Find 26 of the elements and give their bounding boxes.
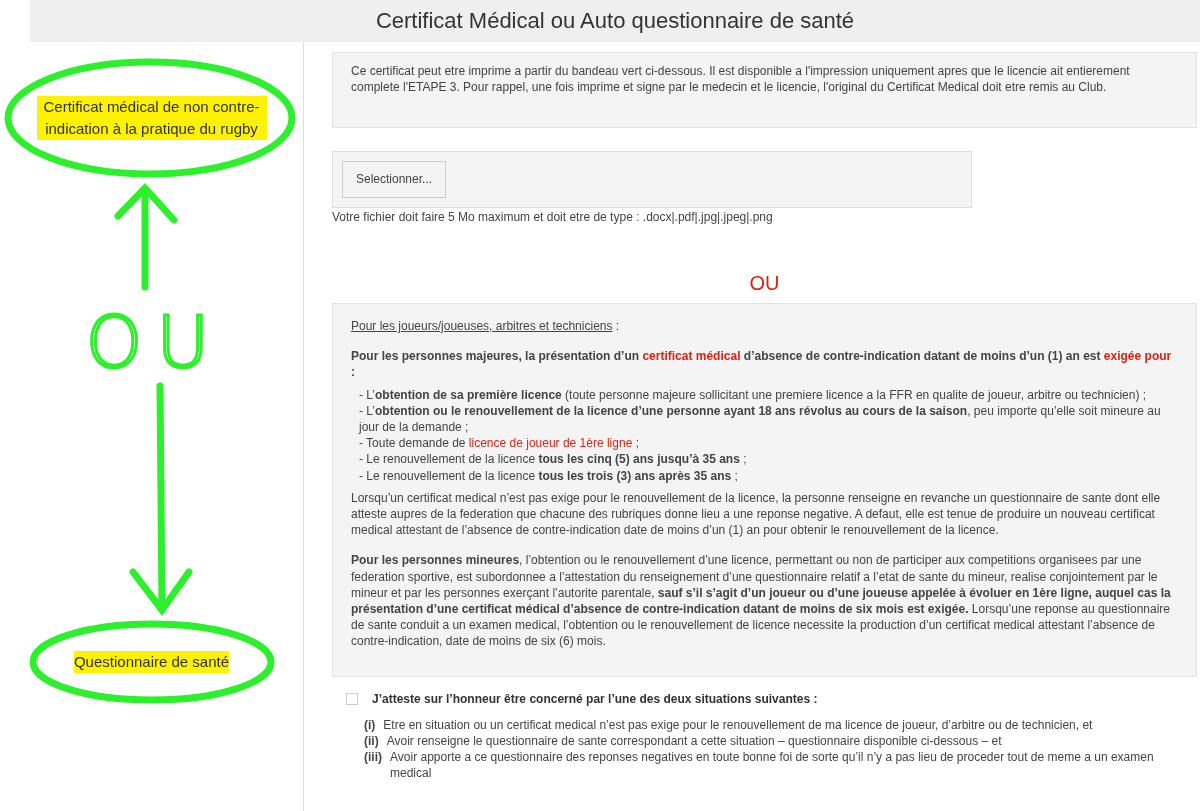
item-marker: (ii) bbox=[364, 733, 379, 750]
handwritten-note: OU bbox=[85, 302, 224, 382]
select-file-button[interactable]: Selectionner... bbox=[342, 161, 447, 198]
rule-item: - L’obtention ou le renouvellement de la licence d’une personne ayant 18 ans révolus au cours de la saison, peu importe qu’elle soit mineure au jour de la demande ; bbox=[359, 402, 1162, 436]
attest-label: J’atteste sur l’honneur être concerné par l’une des deux situations suivantes : bbox=[372, 690, 818, 707]
annotation-label: Certificat médical de non contre-indication à la pratique du rugby bbox=[36, 96, 267, 140]
attest-item: Avoir renseigne le questionnaire de sante correspondant a cette situation – questionnaire disponible ci-dessous – et bbox=[386, 733, 1002, 750]
rules-intro: Pour les personnes majeures, la présentation d’un certificat médical d’absence de contre-indication datant de moins d’un (1) an est exigée pour : bbox=[351, 348, 1173, 381]
heading-colon: : bbox=[614, 319, 620, 333]
rule-item: - Toute demande de licence de joueur de 1ère ligne ; bbox=[359, 435, 640, 452]
rules-paragraph: Lorsqu’un certificat medical n’est pas exige pour le renouvellement de la licence, la personne renseigne en revanche un questionnaire de sante dont elle atteste aupres de la federation que chacune des rubriques donne lieu a une reponse negative. A defaut, elle est tenue de produire un nouveau certificat medical attestant de l’absence de contre-indication date de moins d’un (1) an pour obtenir le renouvellement de la licence. bbox=[351, 489, 1162, 539]
attest-item: Avoir apporte a ce questionnaire des reponses negatives en toute bonne foi de sorte qu’il n’y a pas lieu de proceder tout de meme a un examen medical bbox=[390, 749, 1155, 782]
annotation-label: Questionnaire de santé bbox=[73, 651, 230, 673]
item-marker: (i) bbox=[364, 716, 376, 734]
attest-item: Etre en situation ou un certificat medical n’est pas exige pour le renouvellement de ma licence de joueur, d’arbitre ou de technicien, et bbox=[383, 716, 1093, 734]
attest-checkbox[interactable] bbox=[346, 692, 358, 705]
rules-paragraph: Pour les personnes mineures, l’obtention ou le renouvellement d’une licence, permettant ou non de participer aux competitions organisees par une federation sportive, est subordonnee a l’attestation du renseignement d’une questionnaire relatif a l’etat de sante du mineur, realise conjointement par le mineur et par les personnes exerçant l’autorite parentale, sauf s’il s’agit d’un joueur ou d’une joueuse appelée à évoluer en 1ère ligne, auquel cas la présentation d’une certificat médical d’absence de contre-indication datant de moins de six mois est exigée. Lorsqu’une reponse au questionnaire de sante conduit a un examen medical, l’obtention ou le renouvellement de licence necessite la production d’un certificat medical attestant l’absence de contre-indication, date de moins de six (6) mois. bbox=[351, 552, 1172, 650]
item-marker: (iii) bbox=[364, 749, 382, 767]
separator-text: OU bbox=[748, 274, 781, 291]
rules-heading: Pour les joueurs/joueuses, arbitres et techniciens bbox=[351, 319, 613, 333]
rule-item: - Le renouvellement de la licence tous les trois (3) ans après 35 ans ; bbox=[359, 467, 739, 484]
rule-item: - L’obtention de sa première licence (toute personne majeure sollicitant une premiere licence a la FFR en qualite de joueur, arbitre ou technicien) ; bbox=[359, 386, 1148, 403]
notice-text: Ce certificat peut etre imprime a partir du bandeau vert ci-dessous. Il est disponible a l'impression uniquement apres que le licencie ait entierement complete l'ETAPE 3. Pour rappel, une fois imprime et signe par le medecin et le licencie, l'original du Certificat Medical doit etre remis au Club. bbox=[351, 63, 1131, 96]
page-title: Certificat Médical ou Auto questionnaire de santé bbox=[375, 8, 855, 34]
rule-item: - Le renouvellement de la licence tous les cinq (5) ans jusqu’à 35 ans ; bbox=[359, 451, 748, 468]
file-hint: Votre fichier doit faire 5 Mo maximum et doit etre de type : .docx|.pdf|.jpg|.jpeg|.png bbox=[332, 208, 774, 225]
